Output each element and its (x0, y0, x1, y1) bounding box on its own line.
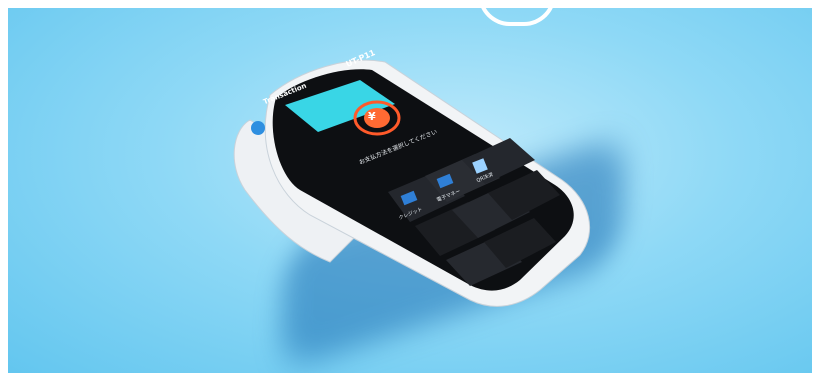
payment-terminal (233, 59, 591, 307)
yen-symbol[interactable]: ¥ (368, 110, 376, 123)
brand-logo-icon (251, 121, 265, 135)
